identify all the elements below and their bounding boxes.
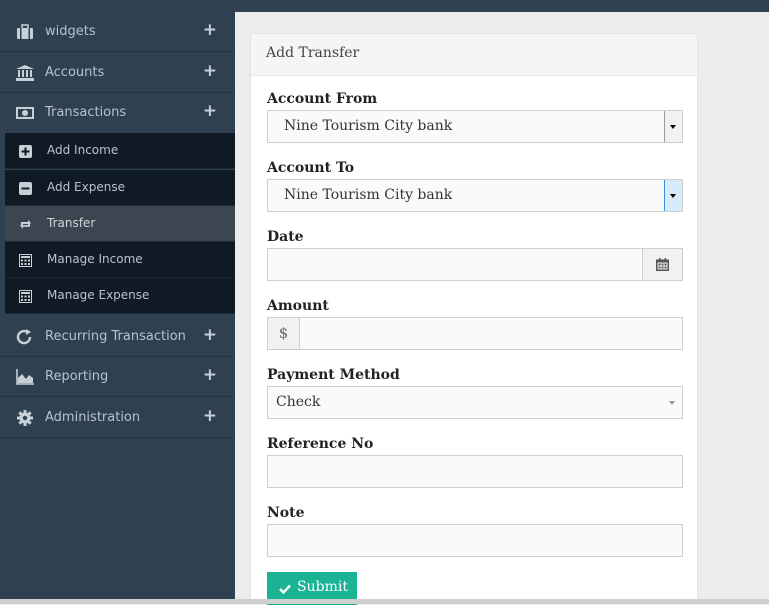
account-to-label: Account To [267,160,355,176]
sidebar-item-recurring-transaction[interactable]: Recurring Transaction + [0,317,235,357]
gear-icon [17,410,33,426]
payment-method-value: Check [276,394,321,410]
reference-no-input[interactable] [267,455,683,488]
add-transfer-panel: Add Transfer Account From Nine Tourism C… [250,33,698,605]
expand-icon[interactable]: + [203,325,217,345]
expand-icon[interactable]: + [203,101,217,121]
account-to-value: Nine Tourism City bank [284,187,453,203]
account-from-select[interactable]: Nine Tourism City bank [267,110,683,143]
submit-label: Submit [297,579,348,595]
date-label: Date [267,229,304,245]
submenu-item-manage-expense[interactable]: Manage Expense [5,278,235,314]
dropdown-arrow-icon[interactable] [664,180,682,211]
retweet-icon [20,220,31,229]
submenu-item-label: Manage Expense [47,288,150,302]
sidebar-item-label: Transactions [45,105,127,120]
submenu-item-label: Add Expense [47,180,125,194]
reference-no-label: Reference No [267,436,374,452]
account-from-value: Nine Tourism City bank [284,118,453,134]
area-chart-icon [16,369,34,385]
expand-icon[interactable]: + [203,20,217,40]
submenu-item-label: Manage Income [47,252,143,266]
payment-method-select[interactable]: Check [267,386,683,419]
sidebar-item-label: Reporting [45,369,109,384]
dropdown-arrow-icon[interactable] [664,111,682,142]
plus-square-icon [19,145,32,158]
bank-icon [16,65,34,81]
sidebar-item-label: widgets [45,24,96,39]
panel-header: Add Transfer [251,34,697,76]
chevron-down-icon[interactable] [669,401,675,405]
minus-square-icon [19,182,32,195]
date-input[interactable] [267,248,683,281]
money-icon [16,107,34,119]
submenu-item-add-income[interactable]: Add Income [5,133,235,169]
payment-method-label: Payment Method [267,367,400,383]
account-to-select[interactable]: Nine Tourism City bank [267,179,683,212]
calendar-button[interactable] [642,249,682,280]
note-label: Note [267,505,305,521]
account-from-label: Account From [267,91,378,107]
submenu-item-add-expense[interactable]: Add Expense [5,170,235,206]
submenu-item-manage-income[interactable]: Manage Income [5,242,235,278]
sidebar-item-transactions[interactable]: Transactions + [0,93,235,133]
calculator-icon [19,290,32,303]
check-icon [279,584,291,594]
note-input[interactable] [267,524,683,557]
expand-icon[interactable]: + [203,365,217,385]
briefcase-icon [17,24,33,39]
sidebar: widgets + Accounts + Transactions + Add … [0,0,235,604]
submenu-item-label: Transfer [47,216,96,230]
sidebar-item-administration[interactable]: Administration + [0,398,235,438]
refresh-icon [16,329,32,345]
calculator-icon [19,254,32,267]
submenu-item-label: Add Income [47,143,119,157]
panel-title: Add Transfer [266,45,360,61]
sidebar-item-label: Recurring Transaction [45,329,186,344]
expand-icon[interactable]: + [203,406,217,426]
expand-icon[interactable]: + [203,61,217,81]
calendar-icon [656,258,669,271]
currency-addon: $ [268,318,300,349]
sidebar-item-accounts[interactable]: Accounts + [0,53,235,93]
amount-label: Amount [267,298,329,314]
sidebar-item-widgets[interactable]: widgets + [0,12,235,52]
amount-input[interactable]: $ [267,317,683,350]
sidebar-item-label: Accounts [45,65,105,80]
top-navbar [235,0,769,12]
sidebar-item-reporting[interactable]: Reporting + [0,357,235,397]
sidebar-item-label: Administration [45,410,141,425]
window-bottom-edge [0,599,769,604]
submenu-item-transfer[interactable]: Transfer [5,206,235,242]
